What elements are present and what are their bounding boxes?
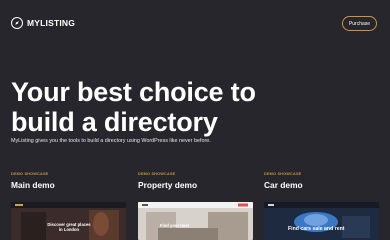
demo-title[interactable]: Property demo (138, 180, 253, 190)
demo-showcase-tag: DEMO SHOWCASE (11, 172, 49, 176)
demo-title[interactable]: Main demo (11, 180, 126, 190)
main-demo-caption: Discover great places in London (47, 222, 91, 232)
demo-showcase-tag: DEMO SHOWCASE (264, 172, 302, 176)
demo-car: DEMO SHOWCASE Car demo (264, 172, 379, 190)
property-demo-caption: Find your next (160, 223, 189, 228)
top-navigation: MYLISTING Purchase (0, 0, 390, 46)
car-demo-thumbnail[interactable]: Find cars sale and rent (264, 202, 379, 240)
car-demo-preview-image (264, 202, 379, 240)
demo-main: DEMO SHOWCASE Main demo (11, 172, 126, 190)
property-demo-preview-image (138, 202, 253, 240)
compass-icon (11, 17, 23, 29)
demo-showcase-tag: DEMO SHOWCASE (138, 172, 176, 176)
main-demo-preview-image (11, 202, 126, 240)
purchase-button[interactable]: Purchase (342, 16, 377, 31)
brand-name: MYLISTING (27, 18, 76, 28)
demo-title[interactable]: Car demo (264, 180, 379, 190)
main-demo-thumbnail[interactable]: Discover great places in London (11, 202, 126, 240)
hero-subtitle: MyListing gives you the tools to build a… (11, 138, 211, 144)
car-demo-caption: Find cars sale and rent (288, 226, 345, 232)
demo-property: DEMO SHOWCASE Property demo (138, 172, 253, 190)
brand-logo[interactable]: MYLISTING (11, 17, 75, 29)
hero-title: Your best choice to build a directory (11, 77, 256, 137)
property-demo-thumbnail[interactable]: Find your next (138, 202, 253, 240)
